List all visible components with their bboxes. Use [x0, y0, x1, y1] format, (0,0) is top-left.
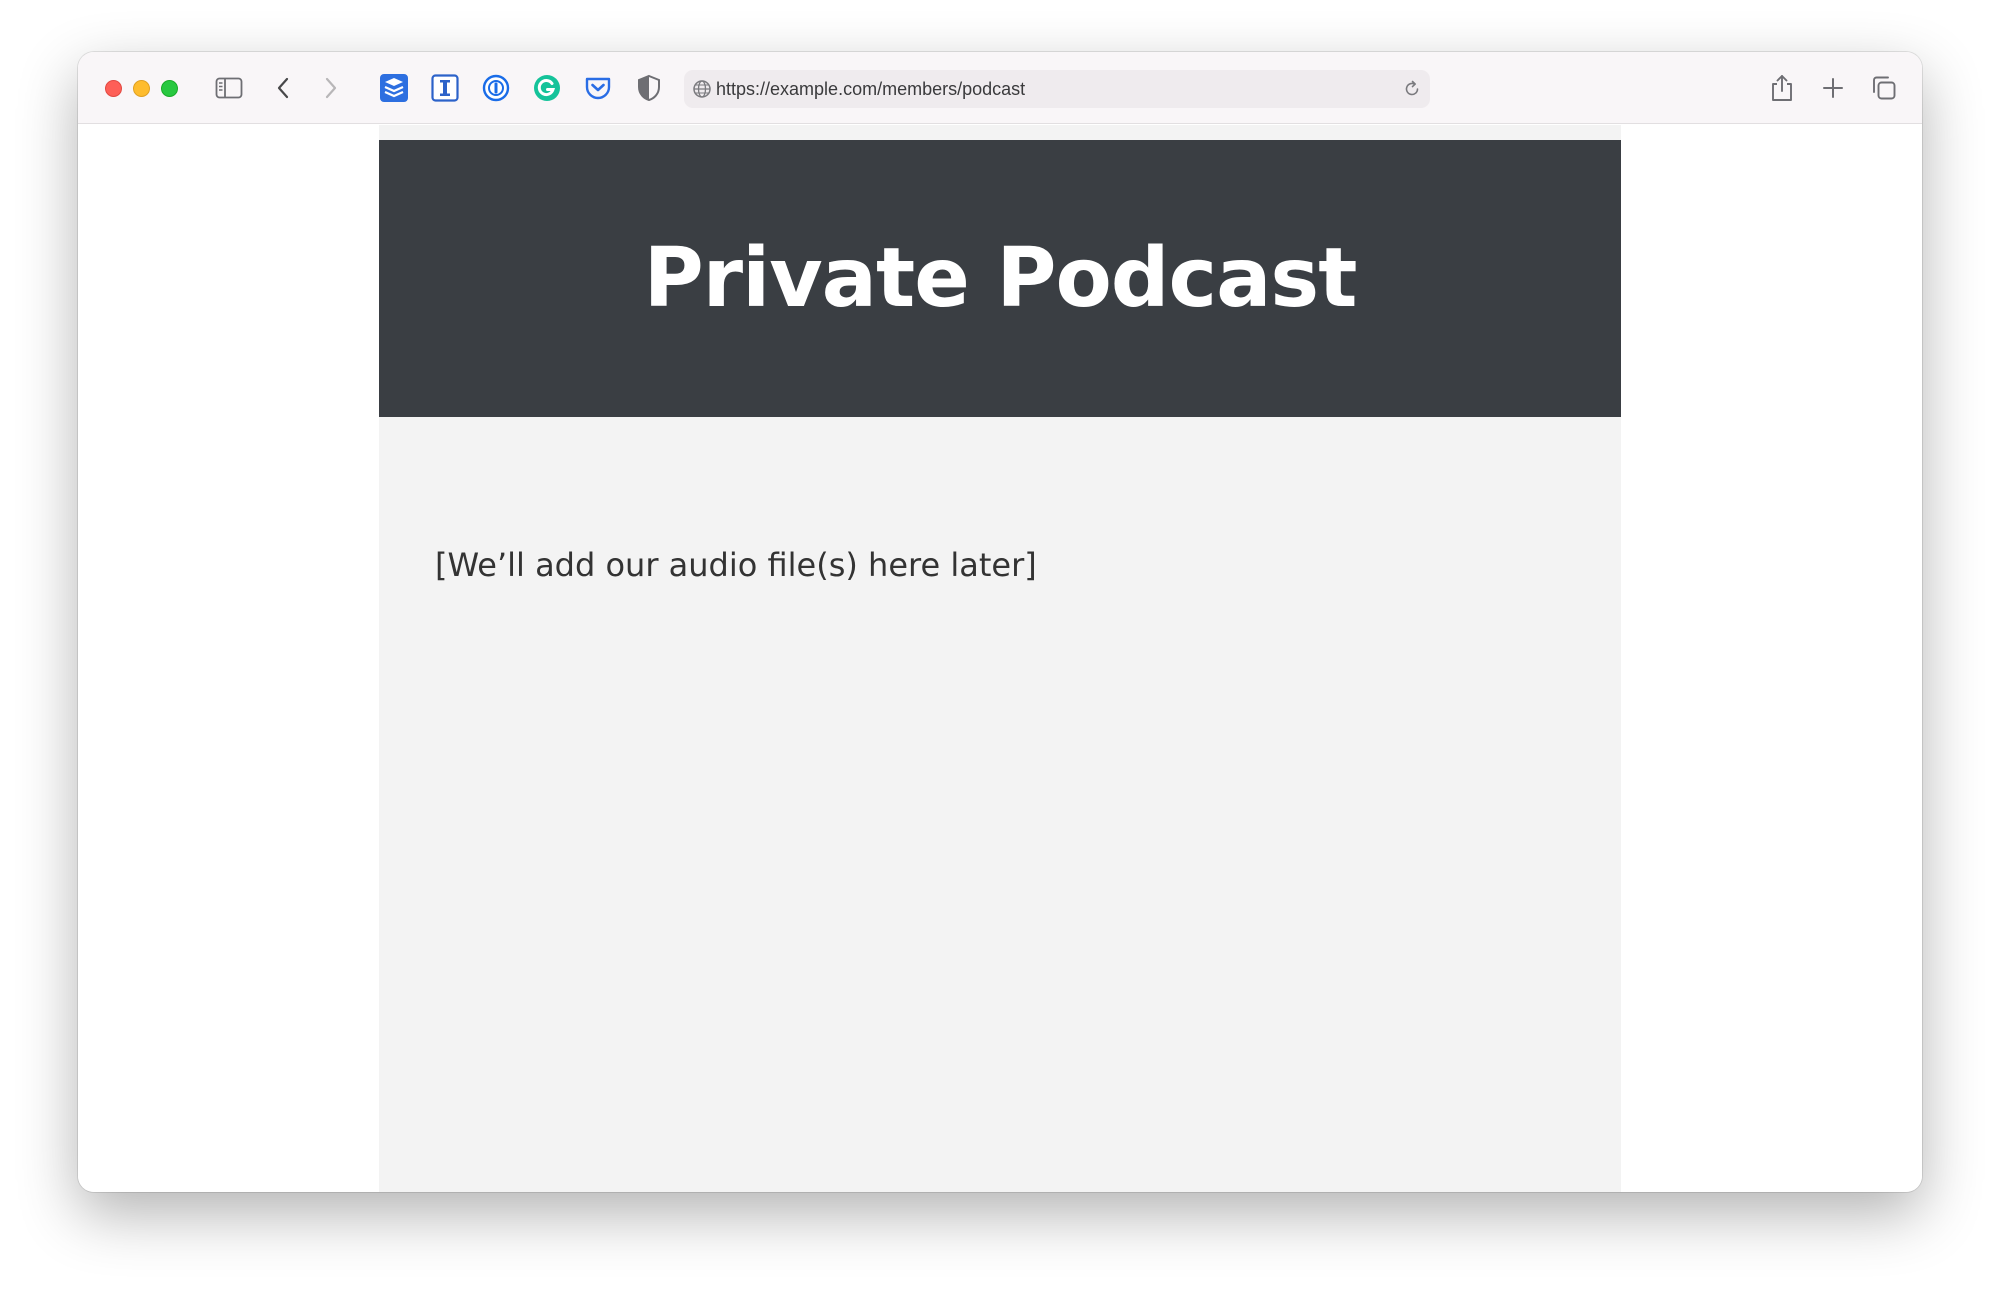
audio-placeholder-text: [We’ll add our audio file(s) here later]	[435, 546, 1037, 584]
1password-extension-button[interactable]	[480, 72, 512, 104]
page-header-banner: Private Podcast	[379, 140, 1621, 417]
instapaper-extension-icon	[431, 74, 459, 102]
globe-icon	[693, 80, 711, 98]
zoom-window-button[interactable]	[161, 80, 178, 97]
privacy-shield-extension-icon	[638, 74, 660, 102]
new-tab-icon	[1823, 78, 1843, 98]
tab-overview-icon	[1873, 76, 1896, 100]
browser-toolbar: https://example.com/members/podcast	[78, 52, 1922, 124]
page-container: Private Podcast [We’ll add our audio fil…	[379, 125, 1621, 1192]
close-window-button[interactable]	[105, 80, 122, 97]
forward-button[interactable]	[318, 72, 344, 104]
new-tab-button[interactable]	[1819, 72, 1847, 104]
address-bar[interactable]: https://example.com/members/podcast	[684, 70, 1430, 108]
buffer-extension-button[interactable]	[378, 72, 410, 104]
address-bar-url[interactable]: https://example.com/members/podcast	[716, 79, 1025, 100]
buffer-extension-icon	[380, 74, 408, 102]
privacy-shield-extension-button[interactable]	[633, 72, 665, 104]
sidebar-toggle-button[interactable]	[212, 72, 246, 104]
tab-overview-button[interactable]	[1869, 72, 1899, 104]
pocket-extension-icon	[585, 77, 611, 100]
browser-window: https://example.com/members/podcast Priv…	[78, 52, 1922, 1192]
back-button[interactable]	[270, 72, 296, 104]
1password-extension-icon	[482, 74, 510, 102]
forward-icon	[325, 77, 337, 99]
share-icon	[1772, 75, 1792, 101]
grammarly-extension-button[interactable]	[531, 72, 563, 104]
back-icon	[277, 77, 289, 99]
reload-icon[interactable]	[1402, 79, 1422, 99]
pocket-extension-button[interactable]	[582, 72, 614, 104]
share-button[interactable]	[1768, 72, 1796, 104]
page-title: Private Podcast	[643, 231, 1358, 326]
minimize-window-button[interactable]	[133, 80, 150, 97]
sidebar-icon	[215, 77, 243, 99]
web-content: Private Podcast [We’ll add our audio fil…	[78, 125, 1922, 1192]
grammarly-extension-icon	[534, 75, 560, 101]
instapaper-extension-button[interactable]	[429, 72, 461, 104]
